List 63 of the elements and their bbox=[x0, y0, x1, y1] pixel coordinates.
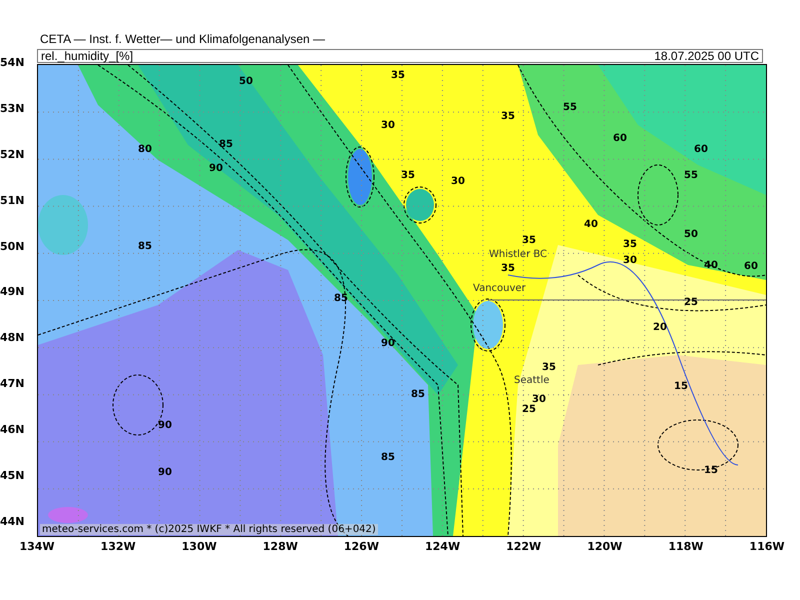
contour-label: 40 bbox=[704, 260, 718, 271]
contour-label: 25 bbox=[684, 297, 698, 308]
longitude-label: 126W bbox=[343, 540, 380, 553]
contour-label: 60 bbox=[744, 261, 758, 272]
credit-text: meteo-services.com * (c)2025 IWKF * All rights reserved (06+042) bbox=[40, 524, 378, 535]
longitude-label: 134W bbox=[19, 540, 55, 553]
latitude-label: 54N bbox=[0, 57, 26, 69]
valid-time: 18.07.2025 00 UTC bbox=[654, 50, 759, 62]
city-label: Seattle bbox=[514, 375, 550, 386]
contour-label: 15 bbox=[704, 465, 718, 476]
contour-label: 50 bbox=[684, 229, 698, 240]
latitude-label: 52N bbox=[0, 148, 26, 161]
contour-label: 35 bbox=[401, 170, 415, 181]
longitude-label: 116W bbox=[748, 540, 785, 553]
variable-label: rel._humidity_[%] bbox=[41, 50, 134, 62]
contour-label: 35 bbox=[522, 235, 536, 246]
contour-label: 30 bbox=[532, 394, 546, 405]
contour-label: 35 bbox=[391, 70, 405, 81]
contour-label: 90 bbox=[158, 420, 172, 431]
contour-label: 30 bbox=[451, 176, 465, 187]
latitude-label: 50N bbox=[0, 240, 26, 253]
contour-label: 20 bbox=[653, 322, 667, 333]
contour-label: 60 bbox=[613, 133, 627, 144]
longitude-label: 118W bbox=[668, 540, 704, 553]
latitude-label: 49N bbox=[0, 286, 26, 298]
contour-label: 90 bbox=[158, 467, 172, 478]
contour-label: 55 bbox=[563, 102, 577, 113]
contour-label: 35 bbox=[623, 239, 637, 250]
contour-label: 55 bbox=[684, 170, 698, 181]
longitude-label: 128W bbox=[262, 540, 298, 553]
contour-label: 90 bbox=[381, 338, 395, 349]
contour-label: 15 bbox=[674, 381, 688, 392]
contour-label: 30 bbox=[623, 255, 637, 266]
contour-label: 85 bbox=[334, 293, 348, 304]
contour-label: 50 bbox=[239, 76, 253, 87]
longitude-label: 124W bbox=[424, 540, 461, 553]
longitude-label: 130W bbox=[181, 540, 218, 553]
latitude-label: 48N bbox=[0, 332, 26, 344]
longitude-label: 122W bbox=[506, 540, 542, 553]
latitude-label: 47N bbox=[0, 378, 26, 390]
latitude-label: 51N bbox=[0, 194, 26, 207]
contour-label: 25 bbox=[522, 404, 536, 415]
longitude-label: 132W bbox=[100, 540, 136, 553]
contour-label: 80 bbox=[138, 144, 152, 155]
contour-label: 40 bbox=[584, 219, 598, 230]
contour-label: 85 bbox=[381, 452, 395, 463]
contour-label: 85 bbox=[411, 389, 425, 400]
latitude-label: 46N bbox=[0, 424, 26, 436]
contour-label: 30 bbox=[381, 120, 395, 131]
latitude-label: 44N bbox=[0, 516, 26, 528]
city-label: Whistler BC bbox=[489, 249, 548, 260]
contour-label: 85 bbox=[219, 139, 233, 150]
contour-label: 35 bbox=[501, 263, 515, 274]
contour-label: 35 bbox=[542, 362, 556, 373]
city-label: Vancouver bbox=[473, 283, 526, 294]
contour-label: 90 bbox=[209, 163, 223, 174]
latitude-label: 45N bbox=[0, 470, 26, 482]
contour-label: 85 bbox=[138, 241, 152, 252]
contour-label: 35 bbox=[501, 111, 515, 122]
latitude-label: 53N bbox=[0, 102, 26, 115]
longitude-label: 120W bbox=[586, 540, 623, 553]
contour-label: 60 bbox=[694, 144, 708, 155]
chart-title: CETA — Inst. f. Wetter— und Klimafolgenanalysen — bbox=[40, 32, 326, 48]
